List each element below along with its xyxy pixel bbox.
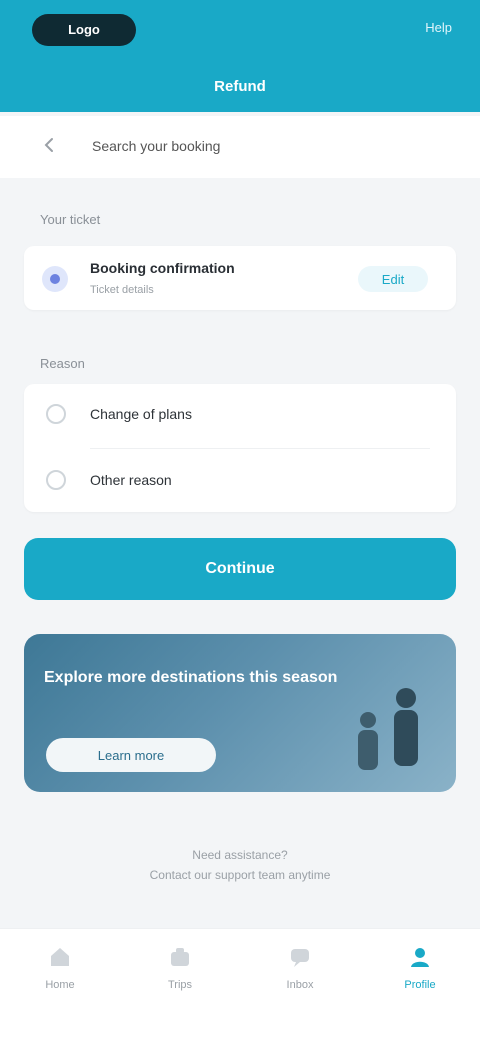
people-illustration	[358, 688, 418, 770]
tab-inbox[interactable]: Inbox	[240, 943, 360, 1023]
chevron-left-icon[interactable]	[40, 136, 58, 154]
person-icon	[411, 948, 429, 967]
support-note-line2[interactable]: Contact our support team anytime	[0, 868, 480, 882]
search-text[interactable]: Search your booking	[92, 138, 220, 154]
banner-title: Explore more destinations this season	[44, 669, 338, 686]
banner-button[interactable]: Learn more	[46, 738, 216, 772]
reason-options: Change of plans Other reason	[24, 384, 456, 512]
reason-section-label: Reason	[40, 356, 85, 371]
divider	[90, 448, 430, 449]
ticket-title: Booking confirmation	[90, 260, 235, 276]
ticket-card[interactable]: Booking confirmation Ticket details Edit	[24, 246, 456, 310]
continue-button[interactable]: Continue	[24, 538, 456, 600]
ticket-subtitle: Ticket details	[90, 284, 154, 296]
reason-option-label: Other reason	[90, 472, 172, 488]
page-title: Refund	[214, 78, 266, 95]
app-logo[interactable]: Logo	[32, 14, 136, 46]
tab-profile[interactable]: Profile	[360, 943, 480, 1023]
briefcase-icon	[171, 948, 189, 966]
tab-label: Home	[45, 979, 75, 991]
bottom-tab-bar: Home Trips Inbox Profile	[0, 928, 480, 1041]
support-note-line1: Need assistance?	[192, 848, 288, 862]
radio-icon[interactable]	[46, 404, 66, 424]
tab-home[interactable]: Home	[0, 943, 120, 1023]
reason-option-label: Change of plans	[90, 406, 192, 422]
ticket-section-label: Your ticket	[40, 212, 101, 227]
tab-label: Trips	[167, 979, 193, 991]
radio-icon[interactable]	[46, 470, 66, 490]
reason-option[interactable]: Other reason	[24, 450, 456, 510]
chat-icon	[291, 949, 309, 967]
help-link[interactable]: Help	[425, 20, 452, 35]
tab-label: Profile	[404, 979, 436, 991]
app-header: Logo Help Refund	[0, 0, 480, 112]
tab-trips[interactable]: Trips	[120, 943, 240, 1023]
promo-banner[interactable]: Explore more destinations this season Le…	[24, 634, 456, 792]
reason-option[interactable]: Change of plans	[24, 384, 456, 444]
ticket-icon	[42, 266, 68, 292]
home-icon	[51, 948, 69, 966]
edit-ticket-button[interactable]: Edit	[358, 266, 428, 292]
search-bar[interactable]: Search your booking	[0, 116, 480, 178]
tab-label: Inbox	[286, 979, 314, 991]
